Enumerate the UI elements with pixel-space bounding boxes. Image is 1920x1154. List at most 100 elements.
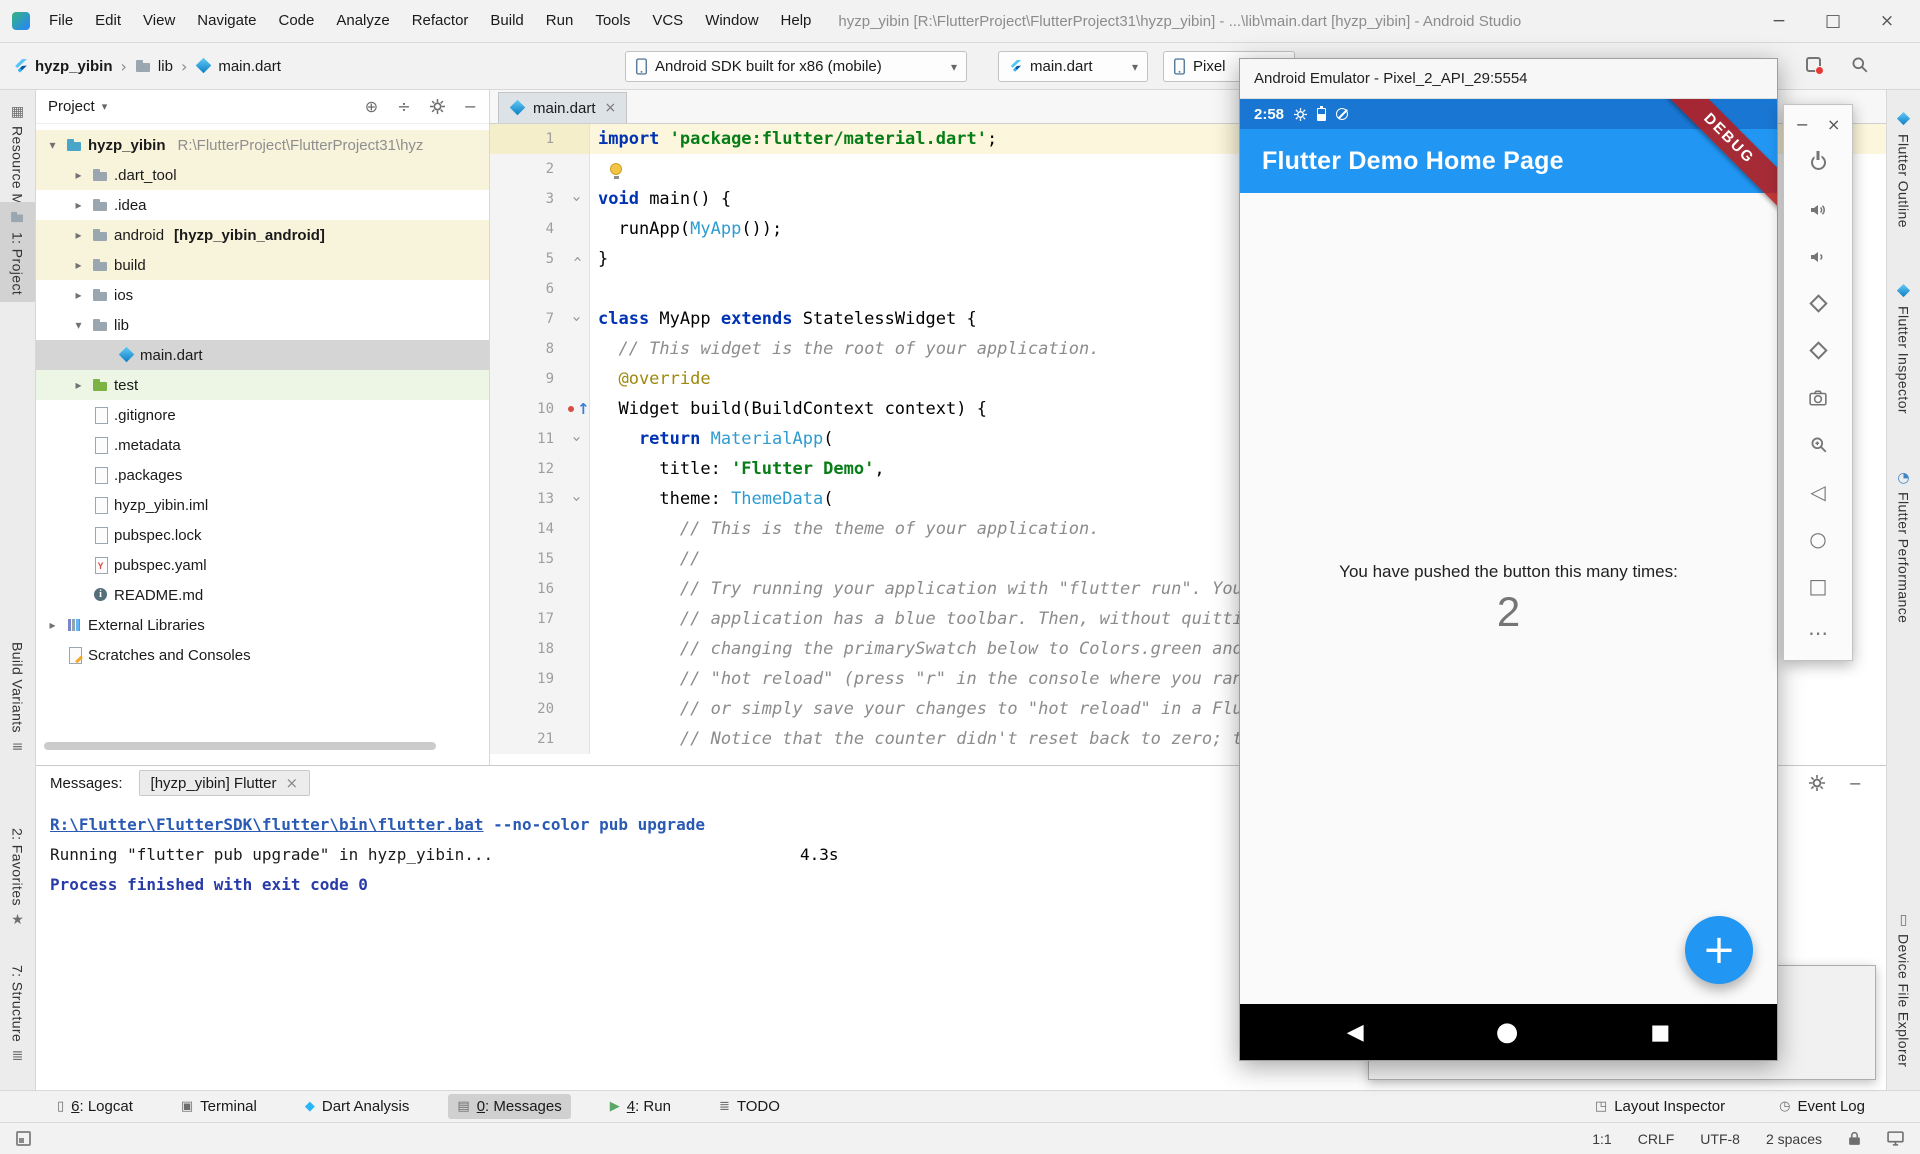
power-button[interactable] xyxy=(1784,139,1852,186)
tree-item-pubspec-yaml[interactable]: pubspec.yaml xyxy=(36,550,489,580)
hide-panel-icon[interactable]: − xyxy=(464,97,477,116)
toolwindow-button-4-run[interactable]: ▶4: Run xyxy=(601,1094,680,1119)
chevron-right-icon[interactable]: ▸ xyxy=(44,618,61,632)
stripe-button-structure[interactable]: 7: Structure ≣ xyxy=(0,958,35,1070)
stripe-button-project[interactable]: 1: Project xyxy=(0,202,35,302)
emulator-home-button[interactable]: ○ xyxy=(1784,515,1852,562)
breadcrumb-main-dart[interactable]: main.dart xyxy=(218,58,281,75)
toolwindow-button-layout-inspector[interactable]: ◳Layout Inspector xyxy=(1586,1094,1734,1119)
tree-item-metadata[interactable]: .metadata xyxy=(36,430,489,460)
chevron-down-icon[interactable]: ▾ xyxy=(44,138,61,152)
tool-window-switcher-icon[interactable] xyxy=(16,1131,31,1146)
project-panel-title[interactable]: Project xyxy=(48,98,95,115)
zoom-button[interactable] xyxy=(1784,421,1852,468)
encoding-widget[interactable]: UTF-8 xyxy=(1700,1131,1740,1147)
tree-item-idea[interactable]: ▸.idea xyxy=(36,190,489,220)
rotate-right-button[interactable] xyxy=(1784,327,1852,374)
toolwindow-button-todo[interactable]: ≣TODO xyxy=(710,1094,789,1119)
menu-file[interactable]: File xyxy=(38,0,84,42)
emulator-more-button[interactable]: ⋯ xyxy=(1784,609,1852,656)
chevron-right-icon[interactable]: ▸ xyxy=(70,168,87,182)
tab-close-icon[interactable]: × xyxy=(285,774,298,792)
tree-item-gitignore[interactable]: .gitignore xyxy=(36,400,489,430)
toolwindow-button-6-logcat[interactable]: ▯6: Logcat xyxy=(48,1094,142,1119)
rotate-left-button[interactable] xyxy=(1784,280,1852,327)
tree-item-hyzp-yibin-iml[interactable]: hyzp_yibin.iml xyxy=(36,490,489,520)
toolwindow-button-terminal[interactable]: ▣Terminal xyxy=(172,1094,266,1119)
menu-edit[interactable]: Edit xyxy=(84,0,132,42)
menu-tools[interactable]: Tools xyxy=(584,0,641,42)
readonly-lock-icon[interactable] xyxy=(1848,1131,1861,1146)
tree-item-build[interactable]: ▸build xyxy=(36,250,489,280)
fab-add-button[interactable]: + xyxy=(1685,916,1753,984)
device-selector-dropdown[interactable]: Android SDK built for x86 (mobile) ▾ xyxy=(625,51,967,82)
nav-overview-button[interactable]: ■ xyxy=(1650,1020,1670,1044)
tree-item-external-libraries[interactable]: ▸External Libraries xyxy=(36,610,489,640)
menu-view[interactable]: View xyxy=(132,0,186,42)
fold-marker-icon[interactable] xyxy=(566,304,590,334)
fold-marker-icon[interactable] xyxy=(566,424,590,454)
chevron-right-icon[interactable]: ▸ xyxy=(70,228,87,242)
tree-item-main-dart[interactable]: main.dart xyxy=(36,340,489,370)
collapse-all-icon[interactable]: ÷ xyxy=(397,97,410,116)
fold-marker-icon[interactable] xyxy=(566,184,590,214)
toolwindow-button-event-log[interactable]: ◷Event Log xyxy=(1770,1094,1874,1119)
emulator-back-button[interactable]: ◁ xyxy=(1784,468,1852,515)
menu-help[interactable]: Help xyxy=(770,0,823,42)
tree-item-lib[interactable]: ▾lib xyxy=(36,310,489,340)
window-maximize-button[interactable]: □ xyxy=(1824,11,1842,31)
emulator-screen[interactable]: 2:58 Flutter Demo Home Page DEBUG You ha… xyxy=(1240,99,1777,1060)
chevron-right-icon[interactable]: ▸ xyxy=(70,258,87,272)
toolwindow-button-dart-analysis[interactable]: ◆Dart Analysis xyxy=(296,1094,419,1119)
fold-marker-icon[interactable] xyxy=(566,484,590,514)
messages-tab-flutter[interactable]: [hyzp_yibin] Flutter × xyxy=(139,770,310,796)
emulator-title-bar[interactable]: Android Emulator - Pixel_2_API_29:5554 xyxy=(1240,59,1777,99)
stripe-button-device-file-explorer[interactable]: ▯ Device File Explorer xyxy=(1887,906,1920,1074)
window-minimize-button[interactable]: − xyxy=(1770,11,1788,31)
tree-item-hyzp-yibin[interactable]: ▾hyzp_yibin R:\FlutterProject\FlutterPro… xyxy=(36,130,489,160)
chevron-right-icon[interactable]: ▸ xyxy=(70,198,87,212)
settings-gear-icon[interactable] xyxy=(430,99,445,114)
menu-code[interactable]: Code xyxy=(267,0,325,42)
run-config-dropdown[interactable]: main.dart ▾ xyxy=(998,51,1148,82)
fold-marker-icon[interactable] xyxy=(566,244,590,274)
screen-indicator-icon[interactable] xyxy=(1887,1131,1904,1146)
nav-back-button[interactable]: ◀ xyxy=(1347,1020,1364,1045)
tree-item-scratches-and-consoles[interactable]: Scratches and Consoles xyxy=(36,640,489,670)
menu-navigate[interactable]: Navigate xyxy=(186,0,267,42)
tree-item-readme-md[interactable]: README.md xyxy=(36,580,489,610)
menu-build[interactable]: Build xyxy=(479,0,534,42)
toolwindow-button-0-messages[interactable]: ▤0: Messages xyxy=(448,1094,570,1119)
volume-up-button[interactable] xyxy=(1784,186,1852,233)
horizontal-scrollbar[interactable] xyxy=(44,742,436,750)
menu-run[interactable]: Run xyxy=(535,0,585,42)
nav-home-button[interactable]: ● xyxy=(1496,1017,1519,1047)
emulator-minimize-button[interactable]: − xyxy=(1796,115,1809,134)
tree-item-pubspec-lock[interactable]: pubspec.lock xyxy=(36,520,489,550)
line-ending-widget[interactable]: CRLF xyxy=(1638,1131,1675,1147)
tree-item-android[interactable]: ▸android[hyzp_yibin_android] xyxy=(36,220,489,250)
stripe-button-flutter-inspector[interactable]: Flutter Inspector xyxy=(1887,276,1920,421)
volume-down-button[interactable] xyxy=(1784,233,1852,280)
caret-position-widget[interactable]: 1:1 xyxy=(1592,1131,1611,1147)
override-marker-icon[interactable] xyxy=(566,394,590,424)
console-command-link[interactable]: R:\Flutter\FlutterSDK\flutter\bin\flutte… xyxy=(50,815,483,834)
menu-window[interactable]: Window xyxy=(694,0,769,42)
stripe-button-build-variants[interactable]: Build Variants ≡ xyxy=(0,635,35,761)
emulator-overview-button[interactable]: □ xyxy=(1784,562,1852,609)
stripe-button-favorites[interactable]: 2: Favorites ★ xyxy=(0,821,35,934)
indent-widget[interactable]: 2 spaces xyxy=(1766,1131,1822,1147)
emulator-close-button[interactable]: × xyxy=(1827,115,1840,134)
chevron-down-icon[interactable]: ▾ xyxy=(102,100,108,113)
menu-analyze[interactable]: Analyze xyxy=(325,0,400,42)
breadcrumb-project[interactable]: hyzp_yibin xyxy=(35,58,113,75)
tree-item-test[interactable]: ▸test xyxy=(36,370,489,400)
stripe-button-flutter-performance[interactable]: ◔ Flutter Performance xyxy=(1887,464,1920,630)
chevron-down-icon[interactable]: ▾ xyxy=(70,318,87,332)
window-close-button[interactable]: × xyxy=(1878,11,1896,31)
intention-bulb-icon[interactable] xyxy=(610,163,622,175)
stripe-button-flutter-outline[interactable]: Flutter Outline xyxy=(1887,104,1920,235)
search-everywhere-icon[interactable] xyxy=(1851,56,1868,77)
editor-tab-main-dart[interactable]: main.dart × xyxy=(498,92,627,123)
locate-file-icon[interactable]: ⊕ xyxy=(365,97,378,116)
